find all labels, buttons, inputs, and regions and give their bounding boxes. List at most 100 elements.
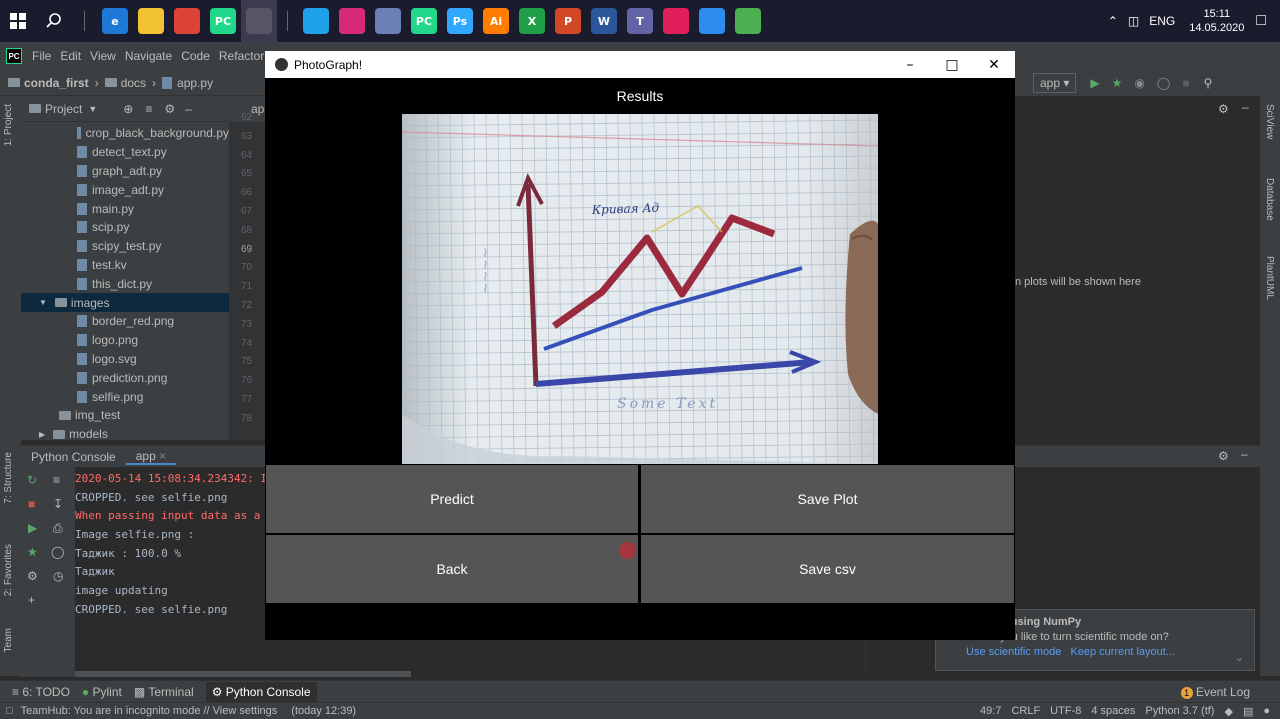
minimize-button[interactable]: – [889,51,931,78]
chevron-up-icon[interactable]: ⌃ [1108,14,1118,28]
coverage-icon[interactable]: ◉ [1134,76,1144,90]
clock[interactable]: 15:11 14.05.2020 [1189,7,1244,35]
network-icon[interactable]: ◫ [1128,14,1139,28]
debug-icon[interactable]: ★ [27,545,38,559]
indent-setting[interactable]: 4 spaces [1091,705,1135,718]
keep-layout-link[interactable]: Keep current layout... [1070,646,1175,658]
tree-file[interactable]: detect_text.py [21,143,229,162]
back-button[interactable]: Back [266,535,638,603]
search-icon[interactable] [36,0,72,42]
project-label[interactable]: Project [45,102,82,116]
event-log-tab[interactable]: 1 Event Log [1180,685,1250,699]
tab-app[interactable]: app × [125,449,177,465]
chevron-down-icon[interactable]: ▼ [39,298,47,307]
tree-file[interactable]: logo.svg [21,350,229,369]
illustrator-icon[interactable]: Ai [478,0,514,42]
tree-folder[interactable]: ▼ images [21,293,229,312]
history-icon[interactable]: ◷ [53,569,63,583]
asterisk-app-icon[interactable] [298,0,334,42]
minimize-panel-icon[interactable]: – [1241,447,1248,461]
windows-start-icon[interactable] [0,0,36,42]
pycharm-alt-icon[interactable]: PC [406,0,442,42]
breadcrumb-docs[interactable]: docs [121,76,146,90]
chevron-down-icon[interactable]: ▼ [88,104,97,114]
use-scientific-mode-link[interactable]: Use scientific mode [966,646,1061,658]
show-variables-icon[interactable]: ◯ [51,545,64,559]
run-config-dropdown[interactable]: app ▾ [1033,73,1077,93]
menu-edit[interactable]: Edit [60,49,81,63]
memory-icon[interactable]: ▤ [1243,705,1253,718]
app-active-icon[interactable] [241,0,277,42]
vtab-structure[interactable]: 7: Structure [3,452,14,504]
chart-app-icon[interactable] [730,0,766,42]
soft-wrap-icon[interactable]: ≡ [53,473,60,487]
tree-file[interactable]: border_red.png [21,312,229,331]
photograph-titlebar[interactable]: PhotoGraph! – □ ✕ [265,51,1015,78]
add-icon[interactable]: + [28,593,35,607]
minimize-panel-icon[interactable]: – [1242,100,1249,114]
pylint-tab[interactable]: ● Pylint [82,685,122,699]
menu-refactor[interactable]: Refactor [219,49,264,63]
rerun-icon[interactable]: ↻ [27,473,37,487]
save-csv-button[interactable]: Save csv [641,535,1014,603]
gear-icon[interactable]: ⚙ [164,102,175,116]
tree-file[interactable]: graph_adt.py [21,162,229,181]
run-icon[interactable]: ▶ [1090,76,1099,90]
tree-folder[interactable]: img_test [21,406,229,425]
editor-tab-app[interactable]: ap [251,102,264,116]
profile-icon[interactable]: ◯ [1157,76,1170,90]
vtab-team[interactable]: Team [3,628,14,652]
status-toggle-icon[interactable]: □ [6,705,13,717]
chevron-down-icon[interactable]: ⌄ [1235,651,1244,664]
slack-icon[interactable] [658,0,694,42]
line-separator[interactable]: CRLF [1011,705,1040,718]
python-console-tab[interactable]: ⚙ Python Console [205,681,317,702]
minimize-panel-icon[interactable]: – [185,102,192,116]
notifications-icon[interactable]: ● [1263,705,1270,718]
menu-view[interactable]: View [90,49,116,63]
stop-icon[interactable]: ■ [28,497,35,511]
stop-icon[interactable]: ■ [1182,76,1189,90]
chevron-right-icon[interactable]: ▶ [39,430,45,439]
maximize-button[interactable]: □ [931,51,973,78]
language-indicator[interactable]: ENG [1149,14,1175,28]
collapse-icon[interactable]: ≡ [145,102,152,116]
vtab-project[interactable]: 1: Project [3,104,14,146]
menu-file[interactable]: File [32,49,51,63]
powerpoint-icon[interactable]: P [550,0,586,42]
run-icon[interactable]: ▶ [28,521,37,535]
word-icon[interactable]: W [586,0,622,42]
cursor-position[interactable]: 49:7 [980,705,1001,718]
save-plot-button[interactable]: Save Plot [641,465,1014,533]
interpreter[interactable]: Python 3.7 (tf) [1145,705,1214,718]
close-icon[interactable]: × [159,449,166,463]
vtab-database[interactable]: Database [1264,178,1275,221]
locate-icon[interactable]: ⊕ [123,102,133,116]
excel-like-icon[interactable]: X [514,0,550,42]
tree-file[interactable]: this_dict.py [21,274,229,293]
tree-file[interactable]: test.kv [21,256,229,275]
predict-button[interactable]: Predict [266,465,638,533]
debug-icon[interactable]: ★ [1112,76,1123,90]
status-message[interactable]: TeamHub: You are in incognito mode // Vi… [21,705,278,717]
tree-file[interactable]: scip.py [21,218,229,237]
tree-file[interactable]: main.py [21,199,229,218]
chrome-icon[interactable] [169,0,205,42]
tree-file[interactable]: logo.png [21,331,229,350]
menu-navigate[interactable]: Navigate [125,49,172,63]
tree-file[interactable]: scipy_test.py [21,237,229,256]
notification-icon[interactable]: □ [1256,12,1266,30]
console-scrollbar[interactable] [75,671,411,677]
tree-file[interactable]: prediction.png [21,368,229,387]
gear-icon[interactable]: ⚙ [27,569,38,583]
tree-file[interactable]: selfie.png [21,387,229,406]
tab-python-console[interactable]: Python Console [21,450,126,464]
scroll-end-icon[interactable]: ↧ [53,497,63,511]
tree-file[interactable]: image_adt.py [21,180,229,199]
chrome-alt-icon[interactable] [370,0,406,42]
vtab-plantuml[interactable]: PlantUML [1264,256,1275,300]
gear-icon[interactable]: ⚙ [1218,102,1229,116]
lock-icon[interactable]: ◆ [1224,705,1232,718]
vtab-sciview[interactable]: SciView [1264,104,1275,139]
gear-icon[interactable]: ⚙ [1218,449,1229,463]
